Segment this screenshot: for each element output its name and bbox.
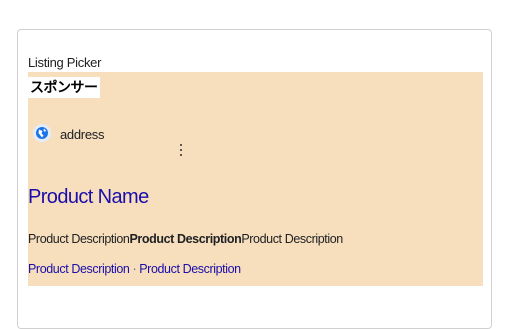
sitelink[interactable]: Product Description [28, 262, 130, 276]
sitelink[interactable]: Product Description [139, 262, 241, 276]
more-options-icon[interactable] [179, 144, 183, 160]
listing-picker-card: Listing Picker スポンサー address Product Nam… [17, 29, 492, 329]
sponsored-badge: スポンサー [28, 77, 100, 98]
description-text-bold: Product Description [129, 232, 242, 246]
description-text: Product Description [28, 232, 130, 246]
globe-icon [33, 124, 51, 142]
address-text: address [60, 127, 105, 142]
product-description: Product DescriptionProduct DescriptionPr… [28, 232, 343, 246]
sponsored-ad-panel: スポンサー address Product Name Product Descr… [28, 72, 483, 286]
description-text: Product Description [241, 232, 343, 246]
product-name-link[interactable]: Product Name [28, 186, 149, 209]
sitelinks: Product Description · Product Description [28, 262, 241, 276]
link-separator: · [132, 262, 137, 276]
picker-title: Listing Picker [28, 55, 102, 70]
